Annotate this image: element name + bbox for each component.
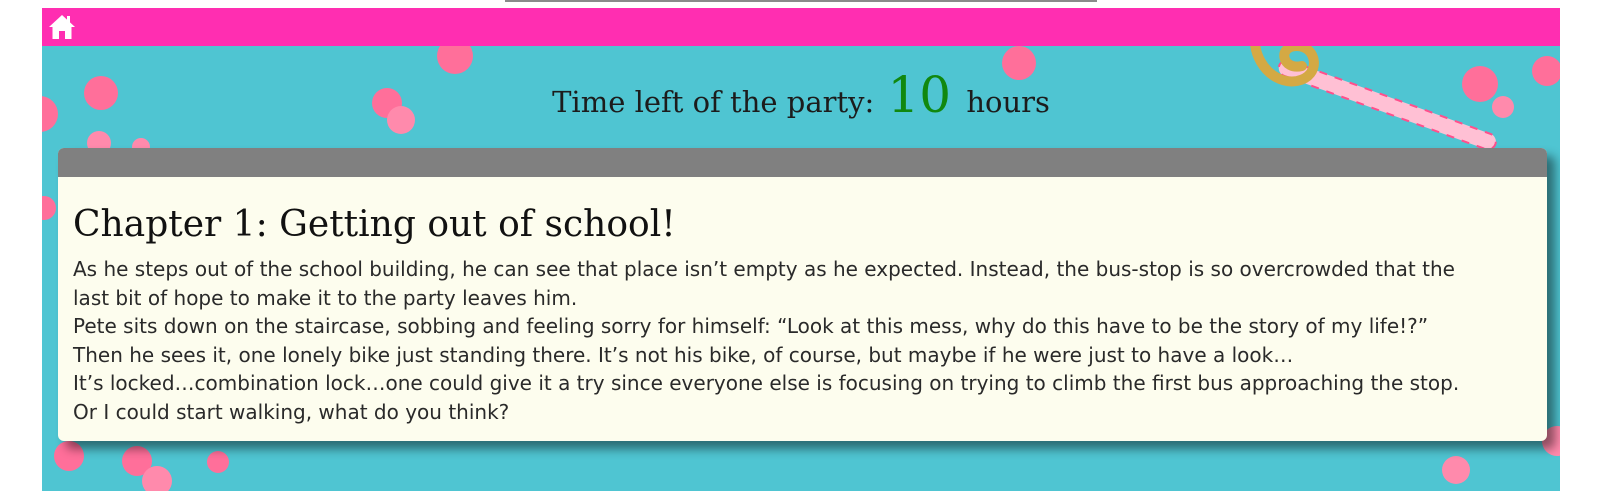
timer-hours-value: 10	[887, 66, 952, 124]
home-icon[interactable]	[47, 12, 77, 42]
story-line: As he steps out of the school building, …	[73, 257, 1455, 281]
page-frame: Time left of the party: 10 hours Chapter…	[42, 8, 1560, 491]
chapter-card: Chapter 1: Getting out of school! As he …	[58, 148, 1547, 441]
card-header	[58, 148, 1547, 177]
navbar	[42, 8, 1560, 46]
confetti-dot	[42, 196, 56, 220]
story-line: Or I could start walking, what do you th…	[73, 399, 510, 424]
story-line: Pete sits down on the staircase, sobbing…	[73, 314, 1429, 338]
top-divider	[505, 0, 1097, 2]
confetti-dot	[1442, 456, 1470, 484]
story-line: It’s locked…combination lock…one could g…	[73, 371, 1460, 395]
timer-prefix: Time left of the party:	[552, 85, 875, 119]
chapter-text: As he steps out of the school building, …	[58, 245, 1547, 426]
story-line: last bit of hope to make it to the party…	[73, 285, 578, 310]
party-timer: Time left of the party: 10 hours	[42, 66, 1560, 124]
timer-suffix: hours	[966, 85, 1050, 119]
chapter-title: Chapter 1: Getting out of school!	[73, 204, 676, 245]
confetti-dot	[142, 466, 172, 491]
confetti-dot	[207, 451, 229, 473]
confetti-dot	[54, 441, 84, 471]
story-line: Then he sees it, one lonely bike just st…	[73, 342, 1294, 367]
